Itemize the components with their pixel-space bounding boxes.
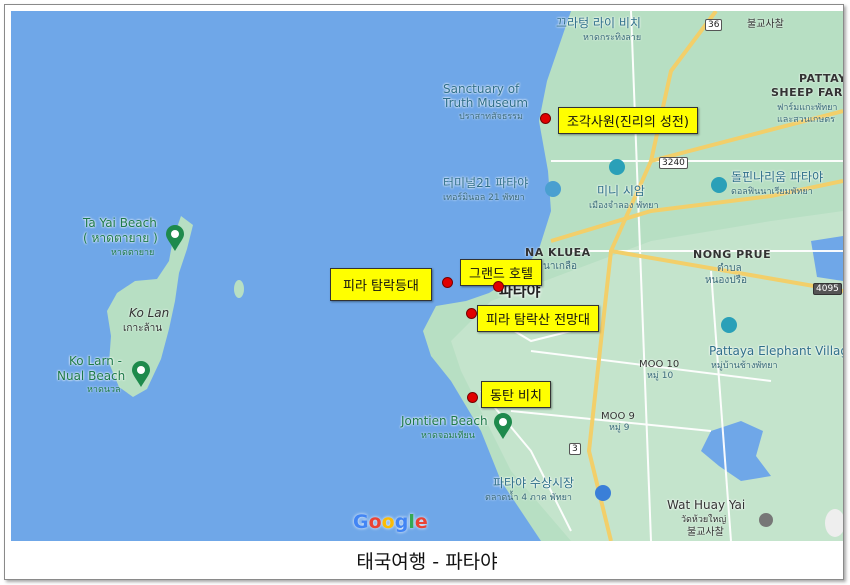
road-shield-4095: 4095 [813,283,842,295]
place-ko-larn-line2[interactable]: Nual Beach [57,369,125,384]
place-floating-market[interactable]: 파타야 수상시장 [493,476,574,491]
marker-dongtan[interactable] [467,392,478,403]
area-moo9: MOO 9 [601,411,635,422]
place-terminal21[interactable]: 터미널21 파타야 [443,176,528,191]
place-elephant-village[interactable]: Pattaya Elephant Villag [709,344,843,359]
image-frame: 끄라텅 라이 비치 หาดกระทิงลาย 불교사찰 36 Sanctuary… [4,4,844,580]
place-elephant-village-th: หมู่บ้านช้างพัทยา [711,361,778,371]
place-sanctuary-line1[interactable]: Sanctuary of [443,82,519,97]
shopping-cart-icon[interactable] [595,485,611,501]
islet-1 [234,280,244,298]
place-ko-larn-line1[interactable]: Ko Larn - [69,354,122,369]
callout-pattaya-tower: 피라 탐락등대 [330,268,432,301]
place-dolphinarium[interactable]: 돌핀나리움 파타야 [731,170,823,185]
place-ta-yai-beach-line2[interactable]: ( หาดตายาย ) [83,231,158,246]
place-mini-siam[interactable]: 미니 시암 [597,184,645,199]
place-wat-huay-yai[interactable]: Wat Huay Yai [667,498,745,513]
place-temple-bottom[interactable]: 불교사찰 [687,527,724,539]
marker-pattaya-tower[interactable] [442,277,453,288]
image-caption: 태국여행 - 파타야 [356,551,498,573]
place-kradang-beach-th: หาดกระทิงลาย [583,33,642,43]
callout-viewpoint: 피라 탐락산 전망대 [477,305,599,332]
marker-viewpoint[interactable] [466,308,477,319]
place-jomtien-th: หาดจอมเทียน [421,431,475,441]
area-nong-prue: NONG PRUE [693,248,772,261]
area-moo10: MOO 10 [639,359,680,370]
island-ko-lan-th: เกาะล้าน [123,323,163,334]
beach-pin-icon-ko-larn[interactable] [131,361,151,387]
place-pattaya-sheep-th1: ฟาร์มแกะพัทยา [777,103,838,113]
place-terminal21-th: เทอร์มินอล 21 พัทยา [443,193,525,203]
place-pattaya-sheep-line1[interactable]: PATTAYA [799,72,843,86]
place-pattaya-sheep-line2[interactable]: SHEEP FARM [771,86,843,100]
area-moo10-th: หมู่ 10 [647,371,674,381]
area-nong-prue-th2: หนองปรือ [705,275,748,286]
place-floating-market-th: ตลาดน้ำ 4 ภาค พัทยา [485,493,572,503]
road-shield-3240: 3240 [659,157,688,169]
temple-icon[interactable] [759,513,773,527]
camera-icon-dolphin[interactable] [711,177,727,193]
place-dolphinarium-th: ดอลฟินนาเรียมพัทยา [731,187,813,197]
place-temple-top[interactable]: 불교사찰 [747,19,784,31]
place-pattaya-sheep-th2: และสวนเกษตร [777,115,835,125]
place-mini-siam-th: เมืองจำลอง พัทยา [589,201,659,211]
google-logo: Google [353,511,428,533]
area-na-kluea-th: นาเกลือ [543,261,578,272]
place-jomtien-beach[interactable]: Jomtien Beach [401,414,488,429]
place-sanctuary-th: ปราสาทสัจธรรม [459,112,523,122]
place-ko-larn-th: หาดนวล [87,385,121,395]
camera-icon-mini-siam[interactable] [609,159,625,175]
place-wat-huay-yai-th: วัดห้วยใหญ่ [681,515,727,525]
area-nong-prue-th1: ตำบล [717,263,742,274]
road-shield-3: 3 [569,443,581,455]
area-na-kluea: NA KLUEA [525,246,591,259]
road-shield-36: 36 [705,19,723,31]
beach-pin-icon-jomtien[interactable] [493,413,513,439]
shopping-icon[interactable] [545,181,561,197]
island-ko-lan[interactable]: Ko Lan [129,306,169,321]
place-kradang-beach[interactable]: 끄라텅 라이 비치 [556,16,641,31]
place-ta-yai-th: หาดตายาย [111,248,155,258]
map-view[interactable]: 끄라텅 라이 비치 หาดกระทิงลาย 불교사찰 36 Sanctuary… [11,11,843,541]
camera-icon-elephant[interactable] [721,317,737,333]
area-moo9-th: หมู่ 9 [609,423,630,433]
place-ta-yai-beach-line1[interactable]: Ta Yai Beach [83,216,157,231]
beach-pin-icon-ta-yai[interactable] [165,225,185,251]
callout-dongtan: 동탄 비치 [481,381,551,408]
marker-sanctuary[interactable] [540,113,551,124]
callout-sanctuary: 조각사원(진리의 성전) [558,107,698,134]
place-sanctuary-line2[interactable]: Truth Museum [443,96,528,111]
marker-grand-hotel[interactable] [493,281,504,292]
